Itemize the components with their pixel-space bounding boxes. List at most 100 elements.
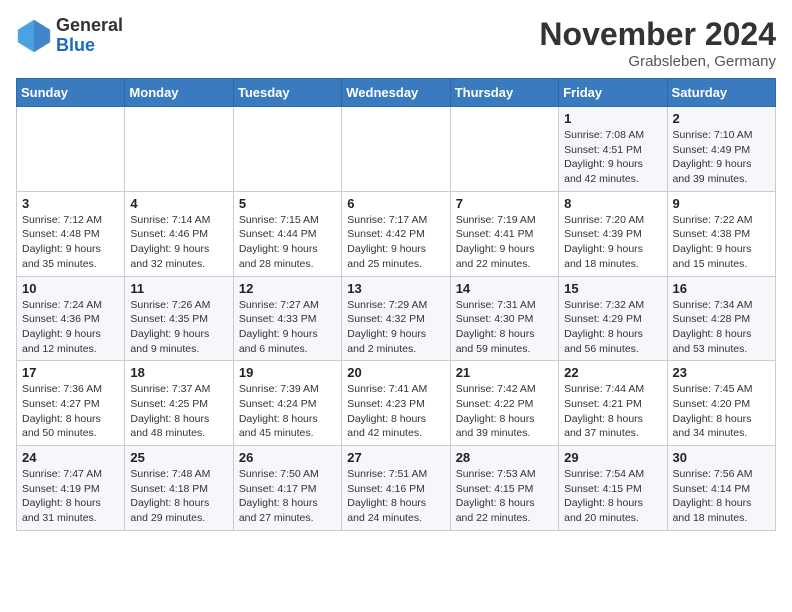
header-saturday: Saturday [667,79,775,107]
day-info: Sunrise: 7:45 AMSunset: 4:20 PMDaylight:… [673,382,770,441]
day-info: Sunrise: 7:50 AMSunset: 4:17 PMDaylight:… [239,467,336,526]
calendar-cell: 29 Sunrise: 7:54 AMSunset: 4:15 PMDayligh… [559,446,667,531]
week-row-3: 10 Sunrise: 7:24 AMSunset: 4:36 PMDayligh… [17,276,776,361]
calendar-cell: 6 Sunrise: 7:17 AMSunset: 4:42 PMDaylight… [342,191,450,276]
day-info: Sunrise: 7:27 AMSunset: 4:33 PMDaylight:… [239,298,336,357]
calendar-table: SundayMondayTuesdayWednesdayThursdayFrid… [16,78,776,531]
calendar-cell: 8 Sunrise: 7:20 AMSunset: 4:39 PMDaylight… [559,191,667,276]
day-number: 13 [347,281,444,296]
calendar-cell: 2 Sunrise: 7:10 AMSunset: 4:49 PMDaylight… [667,107,775,192]
calendar-cell: 26 Sunrise: 7:50 AMSunset: 4:17 PMDayligh… [233,446,341,531]
day-info: Sunrise: 7:12 AMSunset: 4:48 PMDaylight:… [22,213,119,272]
week-row-4: 17 Sunrise: 7:36 AMSunset: 4:27 PMDayligh… [17,361,776,446]
day-number: 27 [347,450,444,465]
day-number: 12 [239,281,336,296]
calendar-cell: 27 Sunrise: 7:51 AMSunset: 4:16 PMDayligh… [342,446,450,531]
calendar-cell [17,107,125,192]
calendar-cell: 1 Sunrise: 7:08 AMSunset: 4:51 PMDaylight… [559,107,667,192]
day-number: 25 [130,450,227,465]
day-info: Sunrise: 7:54 AMSunset: 4:15 PMDaylight:… [564,467,661,526]
day-number: 26 [239,450,336,465]
calendar-cell: 30 Sunrise: 7:56 AMSunset: 4:14 PMDayligh… [667,446,775,531]
day-info: Sunrise: 7:19 AMSunset: 4:41 PMDaylight:… [456,213,553,272]
day-number: 14 [456,281,553,296]
calendar-cell: 3 Sunrise: 7:12 AMSunset: 4:48 PMDaylight… [17,191,125,276]
calendar-cell: 5 Sunrise: 7:15 AMSunset: 4:44 PMDaylight… [233,191,341,276]
week-row-2: 3 Sunrise: 7:12 AMSunset: 4:48 PMDaylight… [17,191,776,276]
calendar-cell: 17 Sunrise: 7:36 AMSunset: 4:27 PMDayligh… [17,361,125,446]
day-number: 16 [673,281,770,296]
calendar-cell: 20 Sunrise: 7:41 AMSunset: 4:23 PMDayligh… [342,361,450,446]
day-number: 29 [564,450,661,465]
day-info: Sunrise: 7:44 AMSunset: 4:21 PMDaylight:… [564,382,661,441]
day-number: 28 [456,450,553,465]
day-info: Sunrise: 7:15 AMSunset: 4:44 PMDaylight:… [239,213,336,272]
day-info: Sunrise: 7:26 AMSunset: 4:35 PMDaylight:… [130,298,227,357]
day-info: Sunrise: 7:51 AMSunset: 4:16 PMDaylight:… [347,467,444,526]
calendar-cell: 12 Sunrise: 7:27 AMSunset: 4:33 PMDayligh… [233,276,341,361]
calendar-cell [233,107,341,192]
calendar-cell: 10 Sunrise: 7:24 AMSunset: 4:36 PMDayligh… [17,276,125,361]
day-info: Sunrise: 7:56 AMSunset: 4:14 PMDaylight:… [673,467,770,526]
logo-icon [16,18,52,54]
header-wednesday: Wednesday [342,79,450,107]
logo: General Blue [16,16,123,56]
calendar-cell: 18Sunrise: 7:37 AMSunset: 4:25 PMDayligh… [125,361,233,446]
header-sunday: Sunday [17,79,125,107]
calendar-cell: 19Sunrise: 7:39 AMSunset: 4:24 PMDayligh… [233,361,341,446]
day-number: 4 [130,196,227,211]
day-number: 30 [673,450,770,465]
day-number: 9 [673,196,770,211]
day-info: Sunrise: 7:32 AMSunset: 4:29 PMDaylight:… [564,298,661,357]
day-info: Sunrise: 7:31 AMSunset: 4:30 PMDaylight:… [456,298,553,357]
day-info: Sunrise: 7:17 AMSunset: 4:42 PMDaylight:… [347,213,444,272]
day-number: 17 [22,365,119,380]
day-number: 22 [564,365,661,380]
day-info: Sunrise: 7:48 AMSunset: 4:18 PMDaylight:… [130,467,227,526]
day-number: 8 [564,196,661,211]
day-number: 20 [347,365,444,380]
calendar-cell: 4 Sunrise: 7:14 AMSunset: 4:46 PMDaylight… [125,191,233,276]
day-number: 1 [564,111,661,126]
day-info: Sunrise: 7:53 AMSunset: 4:15 PMDaylight:… [456,467,553,526]
day-number: 2 [673,111,770,126]
header-friday: Friday [559,79,667,107]
calendar-cell: 21 Sunrise: 7:42 AMSunset: 4:22 PMDayligh… [450,361,558,446]
header-row: SundayMondayTuesdayWednesdayThursdayFrid… [17,79,776,107]
calendar-cell [342,107,450,192]
day-info: Sunrise: 7:24 AMSunset: 4:36 PMDaylight:… [22,298,119,357]
day-number: 6 [347,196,444,211]
day-number: 5 [239,196,336,211]
calendar-body: 1 Sunrise: 7:08 AMSunset: 4:51 PMDaylight… [17,107,776,531]
day-number: 21 [456,365,553,380]
calendar-cell: 14 Sunrise: 7:31 AMSunset: 4:30 PMDayligh… [450,276,558,361]
calendar-cell [450,107,558,192]
week-row-5: 24Sunrise: 7:47 AMSunset: 4:19 PMDayligh… [17,446,776,531]
calendar-cell: 7Sunrise: 7:19 AMSunset: 4:41 PMDaylight… [450,191,558,276]
location: Grabsleben, Germany [539,53,776,70]
month-title: November 2024 [539,16,776,53]
calendar-cell: 15Sunrise: 7:32 AMSunset: 4:29 PMDayligh… [559,276,667,361]
day-info: Sunrise: 7:36 AMSunset: 4:27 PMDaylight:… [22,382,119,441]
calendar-cell: 28 Sunrise: 7:53 AMSunset: 4:15 PMDayligh… [450,446,558,531]
header-thursday: Thursday [450,79,558,107]
calendar-cell: 9 Sunrise: 7:22 AMSunset: 4:38 PMDaylight… [667,191,775,276]
day-number: 10 [22,281,119,296]
day-info: Sunrise: 7:47 AMSunset: 4:19 PMDaylight:… [22,467,119,526]
calendar-cell: 11Sunrise: 7:26 AMSunset: 4:35 PMDayligh… [125,276,233,361]
day-number: 3 [22,196,119,211]
day-info: Sunrise: 7:22 AMSunset: 4:38 PMDaylight:… [673,213,770,272]
calendar-cell: 13Sunrise: 7:29 AMSunset: 4:32 PMDayligh… [342,276,450,361]
header-monday: Monday [125,79,233,107]
day-info: Sunrise: 7:42 AMSunset: 4:22 PMDaylight:… [456,382,553,441]
day-number: 18 [130,365,227,380]
day-info: Sunrise: 7:41 AMSunset: 4:23 PMDaylight:… [347,382,444,441]
day-info: Sunrise: 7:10 AMSunset: 4:49 PMDaylight:… [673,128,770,187]
title-block: November 2024 Grabsleben, Germany [539,16,776,70]
calendar-header: SundayMondayTuesdayWednesdayThursdayFrid… [17,79,776,107]
day-number: 23 [673,365,770,380]
day-info: Sunrise: 7:14 AMSunset: 4:46 PMDaylight:… [130,213,227,272]
day-info: Sunrise: 7:08 AMSunset: 4:51 PMDaylight:… [564,128,661,187]
day-info: Sunrise: 7:20 AMSunset: 4:39 PMDaylight:… [564,213,661,272]
calendar-cell: 22 Sunrise: 7:44 AMSunset: 4:21 PMDayligh… [559,361,667,446]
